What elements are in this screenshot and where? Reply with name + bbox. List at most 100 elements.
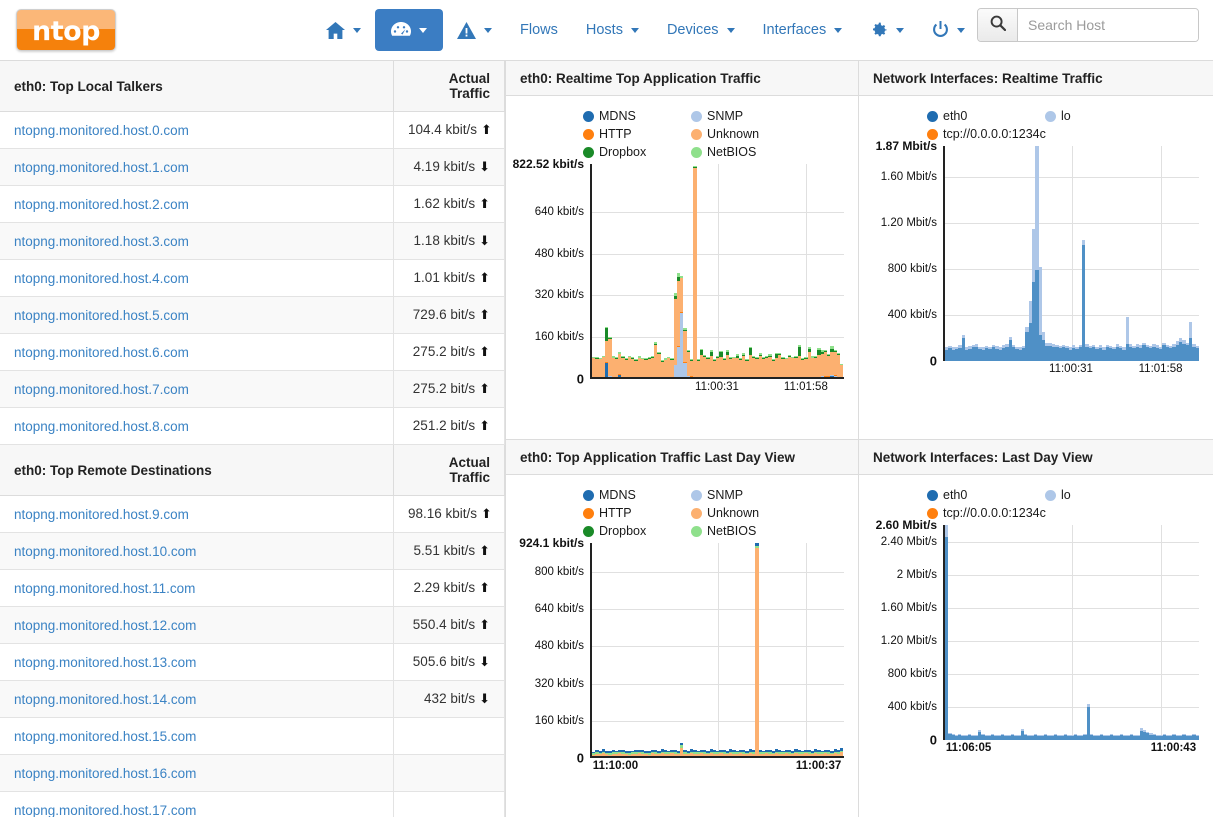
chart-ifaces-realtime[interactable]: eth0 lo tcp://0.0.0.0:1234c 1.87 Mbit/s1.60… — [859, 96, 1213, 439]
plot-region[interactable] — [590, 543, 844, 758]
host-link[interactable]: ntopng.monitored.host.2.com — [14, 197, 189, 212]
traffic-cell: 550.4 bit/s⬆ — [394, 607, 505, 644]
plot-region[interactable] — [590, 164, 844, 379]
y-axis-tick-label: 1.60 Mbit/s — [881, 602, 943, 614]
host-link[interactable]: ntopng.monitored.host.7.com — [14, 382, 189, 397]
dashboard-icon — [391, 21, 411, 39]
plot-region[interactable] — [943, 146, 1199, 361]
plot-region[interactable] — [943, 525, 1199, 740]
panel-ifaces-lastday: Network Interfaces: Last Day View eth0lo… — [858, 440, 1213, 817]
bar-column — [945, 525, 948, 740]
y-axis-tick-label: 400 kbit/s — [888, 309, 943, 321]
nav-item-alerts[interactable] — [443, 12, 506, 49]
search-button[interactable] — [978, 9, 1018, 41]
host-cell: ntopng.monitored.host.12.com — [0, 607, 394, 644]
search-input[interactable] — [1018, 9, 1198, 41]
panel-title-ifaces-lastday: Network Interfaces: Last Day View — [859, 440, 1213, 475]
chart-app-realtime[interactable]: MDNSSNMPHTTPUnknownDropboxNetBIOS822.52 … — [506, 96, 858, 439]
traffic-cell: 4.19 kbit/s⬇ — [394, 149, 505, 186]
chart-ifaces-lastday[interactable]: eth0lotcp://0.0.0.0:1234c 2.60 Mbit/s2.40… — [859, 475, 1213, 817]
legend-item[interactable]: NetBIOS — [691, 144, 799, 160]
host-link[interactable]: ntopng.monitored.host.6.com — [14, 345, 189, 360]
nav-item-interfaces[interactable]: Interfaces — [749, 12, 857, 48]
host-link[interactable]: ntopng.monitored.host.10.com — [14, 544, 196, 559]
host-link[interactable]: ntopng.monitored.host.5.com — [14, 308, 189, 323]
left-column: eth0: Top Local Talkers Actual Traffic n… — [0, 61, 505, 817]
legend-label: lo — [1061, 108, 1071, 124]
host-link[interactable]: ntopng.monitored.host.14.com — [14, 692, 196, 707]
legend-item[interactable]: SNMP — [691, 487, 799, 503]
chevron-down-icon — [834, 28, 842, 33]
legend-item[interactable]: Dropbox — [583, 523, 691, 539]
x-axis-tick-label: 11:00:31 — [1049, 363, 1093, 375]
host-link[interactable]: ntopng.monitored.host.8.com — [14, 419, 189, 434]
traffic-cell: 505.6 bit/s⬇ — [394, 644, 505, 681]
chart-area: 2.60 Mbit/s2.40 Mbit/s2 Mbit/s1.60 Mbit/… — [943, 525, 1199, 760]
host-link[interactable]: ntopng.monitored.host.16.com — [14, 766, 196, 781]
search-group — [977, 8, 1199, 42]
y-axis-tick-label: 924.1 kbit/s — [519, 536, 590, 550]
top-navbar: ntop — [0, 0, 1213, 60]
nav-label-devices: Devices — [667, 22, 719, 38]
nav-item-devices[interactable]: Devices — [653, 12, 749, 48]
host-link[interactable]: ntopng.monitored.host.12.com — [14, 618, 196, 633]
host-link[interactable]: ntopng.monitored.host.9.com — [14, 507, 189, 522]
host-link[interactable]: ntopng.monitored.host.4.com — [14, 271, 189, 286]
remote-destinations-body: ntopng.monitored.host.9.com98.16 kbit/s⬆… — [0, 496, 505, 817]
nav-item-hosts[interactable]: Hosts — [572, 12, 653, 48]
y-axis-tick-label: 160 kbit/s — [535, 715, 590, 727]
chart-app-lastday[interactable]: MDNSSNMPHTTPUnknownDropboxNetBIOS 924.1 k… — [506, 475, 858, 817]
legend-item[interactable]: lo — [1045, 108, 1163, 124]
nav-item-home[interactable] — [312, 12, 375, 49]
host-cell: ntopng.monitored.host.17.com — [0, 792, 394, 817]
host-link[interactable]: ntopng.monitored.host.13.com — [14, 655, 196, 670]
nav-item-settings[interactable] — [856, 11, 918, 49]
nav-item-dashboard[interactable] — [375, 9, 443, 51]
host-cell: ntopng.monitored.host.13.com — [0, 644, 394, 681]
table-row: ntopng.monitored.host.1.com 4.19 kbit/s⬇ — [0, 149, 505, 186]
host-cell: ntopng.monitored.host.0.com — [0, 112, 394, 149]
arrow-up-icon: ⬆ — [481, 506, 492, 521]
host-link[interactable]: ntopng.monitored.host.15.com — [14, 729, 196, 744]
legend-item[interactable]: eth0 — [927, 487, 1045, 503]
chart-area: 1.87 Mbit/s1.60 Mbit/s1.20 Mbit/s800 kbi… — [943, 146, 1199, 381]
host-link[interactable]: ntopng.monitored.host.0.com — [14, 123, 189, 138]
legend-item[interactable]: tcp://0.0.0.0:1234c — [927, 126, 1045, 142]
chevron-down-icon — [727, 28, 735, 33]
legend-item[interactable]: SNMP — [691, 108, 799, 124]
legend-item[interactable]: HTTP — [583, 505, 691, 521]
traffic-cell: 1.62 kbit/s⬆ — [394, 186, 505, 223]
host-link[interactable]: ntopng.monitored.host.17.com — [14, 803, 196, 817]
y-axis-tick-label: 1.20 Mbit/s — [881, 635, 943, 647]
host-cell: ntopng.monitored.host.6.com — [0, 334, 394, 371]
legend-item[interactable]: Dropbox — [583, 144, 691, 160]
arrow-up-icon: ⬆ — [479, 307, 490, 322]
logo-text: ntop — [32, 18, 100, 45]
nav-item-power[interactable] — [918, 11, 979, 49]
legend-item[interactable]: eth0 — [927, 108, 1045, 124]
legend-item[interactable]: MDNS — [583, 487, 691, 503]
legend-item[interactable]: NetBIOS — [691, 523, 799, 539]
legend-item[interactable]: tcp://0.0.0.0:1234c — [927, 505, 1045, 521]
legend-item[interactable]: Unknown — [691, 126, 799, 142]
host-link[interactable]: ntopng.monitored.host.11.com — [14, 581, 195, 596]
legend-item[interactable]: lo — [1045, 487, 1163, 503]
legend-item[interactable]: HTTP — [583, 126, 691, 142]
chevron-down-icon — [353, 28, 361, 33]
local-talkers-traffic-header: Actual Traffic — [394, 61, 505, 112]
legend-item[interactable]: Unknown — [691, 505, 799, 521]
host-cell: ntopng.monitored.host.15.com — [0, 718, 394, 755]
host-link[interactable]: ntopng.monitored.host.1.com — [14, 160, 189, 175]
host-cell: ntopng.monitored.host.16.com — [0, 755, 394, 792]
power-icon — [932, 21, 949, 39]
legend-item[interactable]: MDNS — [583, 108, 691, 124]
legend-label: HTTP — [599, 126, 632, 142]
arrow-up-icon: ⬆ — [481, 122, 492, 137]
traffic-cell: 275.2 bit/s⬆ — [394, 334, 505, 371]
traffic-cell: 1.01 kbit/s⬆ — [394, 260, 505, 297]
nav-item-flows[interactable]: Flows — [506, 12, 572, 48]
ntop-logo[interactable]: ntop — [16, 9, 116, 51]
y-axis-tick-label: 400 kbit/s — [888, 701, 943, 713]
panel-app-realtime: eth0: Realtime Top Application Traffic M… — [505, 61, 858, 440]
host-link[interactable]: ntopng.monitored.host.3.com — [14, 234, 189, 249]
